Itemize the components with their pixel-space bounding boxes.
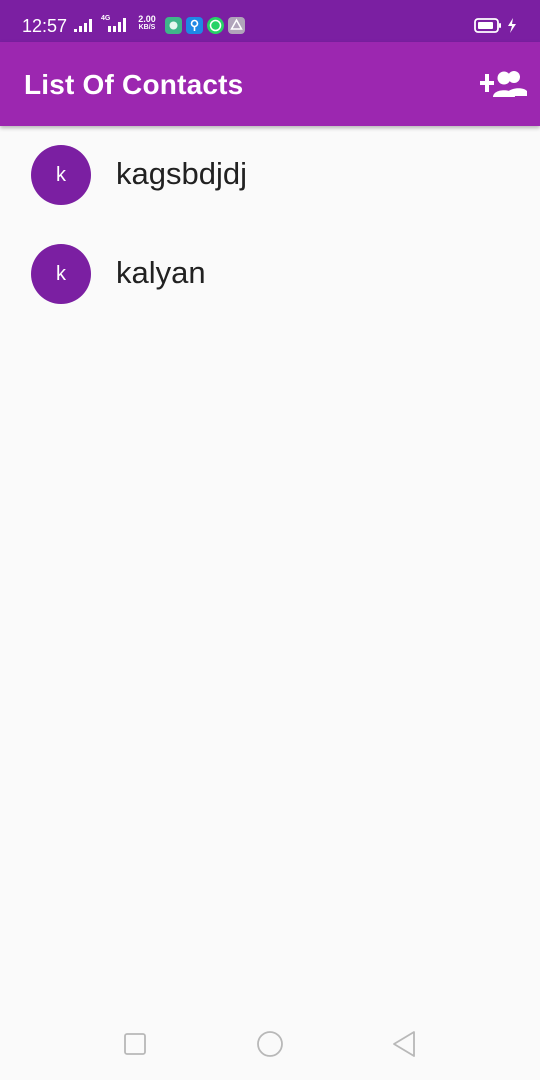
list-item[interactable]: k kalyan [0,225,540,324]
recent-apps-button[interactable] [115,1028,155,1060]
app-bar: List Of Contacts [0,42,540,126]
avatar: k [31,244,91,304]
network-speed-unit: KB/S [138,24,156,31]
charging-bolt-icon [508,18,516,33]
phone-screen: 12:57 4G 2.00 KB/S List Of Contacts k ka… [0,0,540,1080]
back-triangle-icon [393,1031,415,1057]
contact-list: k kagsbdjdj k kalyan [0,126,540,324]
add-contact-button[interactable] [474,64,534,104]
network-speed: 2.00 KB/S [135,15,159,32]
home-button[interactable] [250,1028,290,1060]
avatar: k [31,145,91,205]
drive-icon [228,17,245,34]
contact-name: kagsbdjdj [116,156,247,191]
list-item[interactable]: k kagsbdjdj [0,126,540,225]
image-app-icon [165,17,182,34]
signal-strength-4g-icon [108,18,126,32]
add-group-icon [480,71,527,97]
status-time: 12:57 [22,16,68,36]
whatsapp-icon [207,17,224,34]
square-icon [124,1033,146,1055]
contact-name: kalyan [116,255,206,290]
status-bar: 12:57 4G 2.00 KB/S [0,0,540,42]
back-button[interactable] [385,1028,425,1060]
vpn-key-icon [186,17,203,34]
page-title: List Of Contacts [24,69,244,100]
battery-icon [474,18,501,33]
navigation-bar [0,1004,540,1080]
network-speed-value: 2.00 [138,14,156,24]
signal-strength-icon [74,19,92,32]
circle-icon [257,1031,283,1057]
